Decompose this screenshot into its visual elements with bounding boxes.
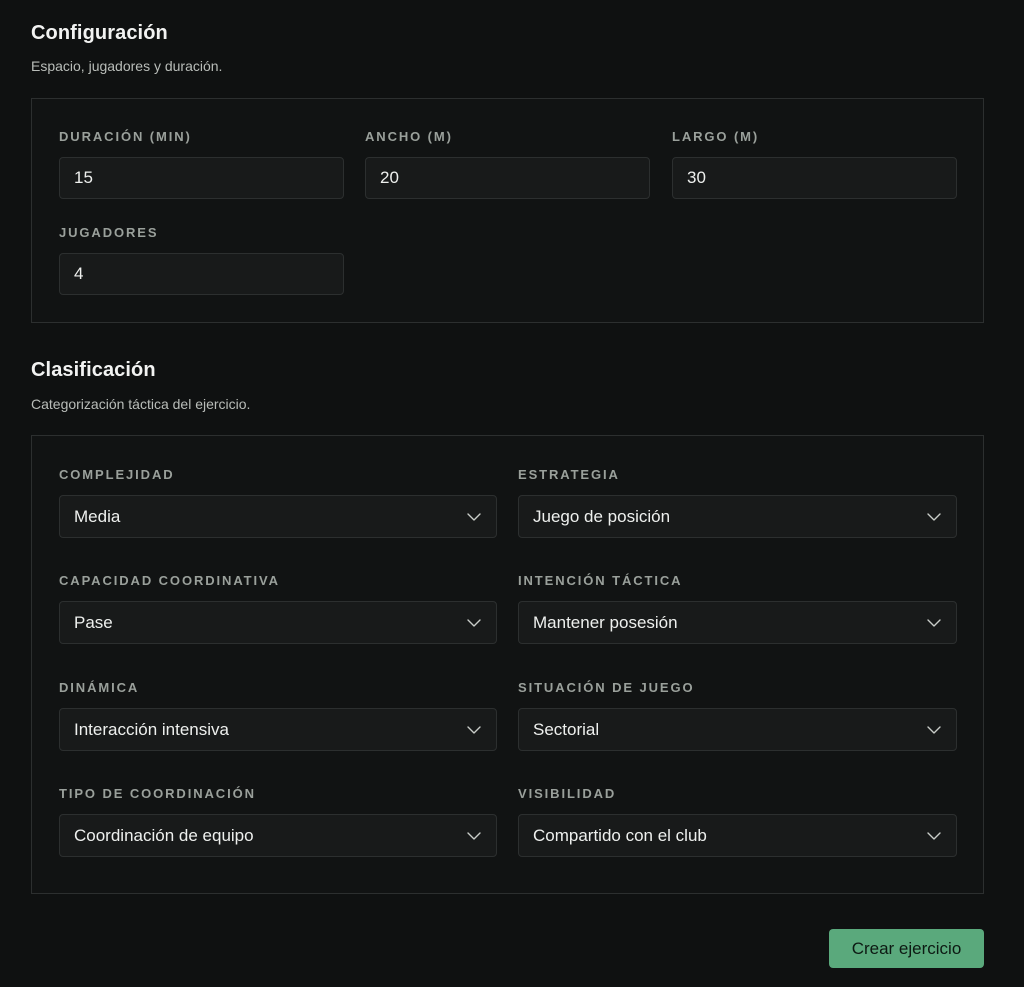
complejidad-select[interactable]: Media: [59, 495, 497, 538]
situacion-de-juego-select[interactable]: Sectorial: [518, 708, 957, 751]
intencion-tactica-label: INTENCIÓN TÁCTICA: [518, 573, 683, 588]
chevron-down-icon: [927, 726, 941, 734]
situacion-de-juego-field: SITUACIÓN DE JUEGO Sectorial: [518, 680, 957, 752]
visibilidad-select[interactable]: Compartido con el club: [518, 814, 957, 857]
largo-label: LARGO (M): [672, 129, 760, 144]
clasificacion-title: Clasificación: [31, 359, 156, 381]
intencion-tactica-field: INTENCIÓN TÁCTICA Mantener posesión: [518, 573, 957, 645]
chevron-down-icon: [467, 726, 481, 734]
configuracion-subtitle: Espacio, jugadores y duración.: [31, 58, 223, 74]
duracion-label: DURACIÓN (MIN): [59, 129, 192, 144]
chevron-down-icon: [467, 619, 481, 627]
duracion-input[interactable]: [60, 158, 343, 198]
duracion-input-wrapper: [59, 157, 344, 199]
complejidad-label: COMPLEJIDAD: [59, 467, 175, 482]
capacidad-coordinativa-label: CAPACIDAD COORDINATIVA: [59, 573, 280, 588]
complejidad-value: Media: [74, 507, 121, 526]
dinamica-select[interactable]: Interacción intensiva: [59, 708, 497, 751]
largo-input[interactable]: [673, 158, 956, 198]
chevron-down-icon: [927, 619, 941, 627]
ancho-label: ANCHO (M): [365, 129, 453, 144]
visibilidad-label: VISIBILIDAD: [518, 786, 617, 801]
situacion-de-juego-value: Sectorial: [533, 720, 600, 739]
ancho-field: ANCHO (M): [365, 129, 650, 199]
exercise-form-page: Configuración Espacio, jugadores y durac…: [0, 0, 1024, 987]
chevron-down-icon: [927, 832, 941, 840]
visibilidad-value: Compartido con el club: [533, 826, 707, 845]
jugadores-label: JUGADORES: [59, 225, 159, 240]
dinamica-field: DINÁMICA Interacción intensiva: [59, 680, 497, 752]
clasificacion-subtitle: Categorización táctica del ejercicio.: [31, 396, 251, 412]
clasificacion-panel: COMPLEJIDAD Media ESTRATEGIA Juego de po…: [31, 435, 984, 894]
intencion-tactica-value: Mantener posesión: [533, 613, 678, 632]
duracion-field: DURACIÓN (MIN): [59, 129, 344, 199]
tipo-de-coordinacion-select[interactable]: Coordinación de equipo: [59, 814, 497, 857]
tipo-de-coordinacion-value: Coordinación de equipo: [74, 826, 254, 845]
configuracion-title: Configuración: [31, 22, 168, 44]
dinamica-value: Interacción intensiva: [74, 720, 229, 739]
estrategia-select[interactable]: Juego de posición: [518, 495, 957, 538]
jugadores-field: JUGADORES: [59, 225, 344, 295]
tipo-de-coordinacion-field: TIPO DE COORDINACIÓN Coordinación de equ…: [59, 786, 497, 858]
dinamica-label: DINÁMICA: [59, 680, 140, 695]
intencion-tactica-select[interactable]: Mantener posesión: [518, 601, 957, 644]
largo-input-wrapper: [672, 157, 957, 199]
largo-field: LARGO (M): [672, 129, 957, 199]
tipo-de-coordinacion-label: TIPO DE COORDINACIÓN: [59, 786, 256, 801]
situacion-de-juego-label: SITUACIÓN DE JUEGO: [518, 680, 695, 695]
jugadores-input[interactable]: [60, 254, 343, 294]
jugadores-input-wrapper: [59, 253, 344, 295]
estrategia-field: ESTRATEGIA Juego de posición: [518, 467, 957, 539]
chevron-down-icon: [927, 513, 941, 521]
estrategia-label: ESTRATEGIA: [518, 467, 620, 482]
ancho-input[interactable]: [366, 158, 649, 198]
capacidad-coordinativa-field: CAPACIDAD COORDINATIVA Pase: [59, 573, 497, 645]
visibilidad-field: VISIBILIDAD Compartido con el club: [518, 786, 957, 858]
chevron-down-icon: [467, 832, 481, 840]
capacidad-coordinativa-select[interactable]: Pase: [59, 601, 497, 644]
capacidad-coordinativa-value: Pase: [74, 613, 113, 632]
ancho-input-wrapper: [365, 157, 650, 199]
configuracion-panel: DURACIÓN (MIN) ANCHO (M) LARGO (M) JUGAD…: [31, 98, 984, 323]
estrategia-value: Juego de posición: [533, 507, 671, 526]
chevron-down-icon: [467, 513, 481, 521]
crear-ejercicio-button[interactable]: Crear ejercicio: [829, 929, 984, 968]
complejidad-field: COMPLEJIDAD Media: [59, 467, 497, 539]
